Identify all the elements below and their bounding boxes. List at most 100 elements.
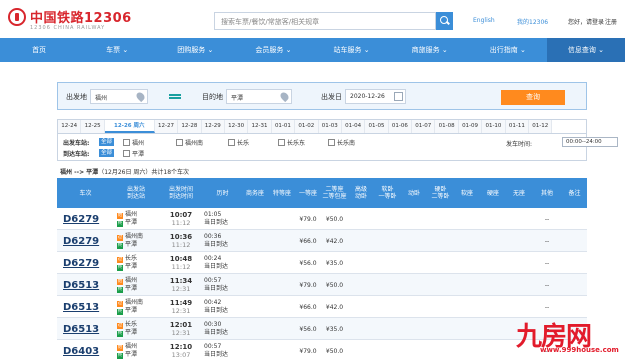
dep-checkbox-fuzhou-south[interactable]: 福州南 — [176, 138, 203, 147]
duration-cell: 00:36 当日到达 — [204, 230, 241, 252]
train-number-link[interactable]: D6513 — [63, 296, 113, 318]
my-12306-link[interactable]: 我的12306 — [517, 17, 548, 26]
railway-logo-icon[interactable] — [8, 8, 26, 26]
table-row: D6279 过福州南终平潭 10:36 11:12 00:36 当日到达 ¥66.0 ¥42.… — [57, 230, 587, 252]
nav-item-business[interactable]: 商旅服务 ⌄ — [391, 38, 469, 62]
result-date: （12月26日 周六） — [98, 169, 152, 176]
date-tab[interactable]: 12-25 — [81, 120, 105, 133]
arr-all-chip[interactable]: 全部 — [99, 149, 115, 157]
table-row: D6403 始福州终平潭 12:10 13:07 00:57 当日到达 ¥79.0 ¥50.0… — [57, 340, 587, 360]
dep-time-label: 发车时间: — [506, 141, 533, 148]
date-tab[interactable]: 01-10 — [482, 120, 506, 133]
date-tab[interactable]: 01-03 — [318, 120, 342, 133]
query-button[interactable]: 查询 — [501, 90, 565, 105]
date-tab[interactable]: 01-04 — [341, 120, 366, 133]
column-header-times[interactable]: 出发时间 到达时间 — [158, 178, 204, 208]
nav-item-guide[interactable]: 出行指南 ⌄ — [469, 38, 547, 62]
date-tab[interactable]: 12-27 — [154, 120, 179, 133]
date-tab[interactable]: 12-28 — [178, 120, 202, 133]
first-class-price[interactable]: ¥79.0 — [295, 340, 321, 360]
nav-item-group[interactable]: 团购服务 ⌄ — [156, 38, 234, 62]
nav-item-member[interactable]: 会员服务 ⌄ — [234, 38, 312, 62]
brand-title[interactable]: 中国铁路12306 — [30, 7, 132, 26]
second-class-price[interactable]: ¥42.0 — [321, 230, 348, 252]
search-icon[interactable] — [436, 12, 453, 30]
date-tab[interactable]: 01-12 — [529, 120, 553, 133]
date-tab[interactable]: 12-30 — [224, 120, 249, 133]
from-station-input[interactable]: 福州 — [90, 89, 148, 104]
register-link[interactable]: 注册 — [605, 17, 617, 26]
date-tab[interactable]: 12-29 — [201, 120, 225, 133]
table-row: D6279 过长乐终平潭 10:48 11:12 00:24 当日到达 ¥56.0 ¥35.0… — [57, 252, 587, 274]
arr-checkbox-pingtan[interactable]: 平潭 — [123, 149, 144, 158]
column-header-duration[interactable]: 历时 — [204, 178, 241, 208]
first-class-price[interactable]: ¥66.0 — [295, 296, 321, 318]
nav-item-tickets[interactable]: 车票 ⌄ — [78, 38, 156, 62]
site-search-input[interactable]: 搜索车票/餐饮/常旅客/相关规章 — [214, 12, 436, 30]
to-station-tag: 终 — [117, 331, 123, 337]
first-class-price[interactable]: ¥79.0 — [295, 274, 321, 296]
train-number-link[interactable]: D6279 — [63, 208, 113, 230]
departure-time: 10:36 — [169, 233, 193, 241]
dep-all-chip[interactable]: 全部 — [99, 138, 115, 146]
to-station: 平潭 — [125, 285, 138, 292]
date-tab[interactable]: 01-01 — [271, 120, 296, 133]
swap-stations-icon[interactable] — [169, 93, 181, 101]
station-cell: 始福州终平潭 — [117, 274, 161, 296]
language-link[interactable]: English — [473, 17, 495, 24]
duration-cell: 00:57 当日到达 — [204, 340, 241, 360]
train-number-link[interactable]: D6513 — [63, 274, 113, 296]
from-station-value: 福州 — [95, 95, 108, 102]
dep-checkbox-changle-south[interactable]: 长乐南 — [328, 138, 355, 147]
first-class-price[interactable]: ¥56.0 — [295, 318, 321, 340]
second-class-price[interactable]: ¥50.0 — [321, 340, 348, 360]
date-input[interactable]: 2020-12-26 — [345, 89, 406, 104]
second-class-price[interactable]: ¥50.0 — [321, 274, 348, 296]
nav-item-station[interactable]: 站车服务 ⌄ — [313, 38, 391, 62]
second-class-price[interactable]: ¥50.0 — [321, 208, 348, 230]
train-number-link[interactable]: D6403 — [63, 340, 113, 360]
date-tab[interactable]: 01-02 — [295, 120, 319, 133]
duration: 00:57 — [204, 277, 222, 284]
column-header-second: 二等座 二等包座 — [322, 186, 347, 200]
date-tab[interactable]: 12-26 周六 — [104, 120, 155, 133]
first-class-price[interactable]: ¥79.0 — [295, 208, 321, 230]
station-cell: 过福州南终平潭 — [117, 230, 161, 252]
date-tab[interactable]: 01-07 — [412, 120, 436, 133]
date-tab[interactable]: 12-31 — [248, 120, 272, 133]
date-tab[interactable]: 01-05 — [365, 120, 389, 133]
second-class-price[interactable]: ¥42.0 — [321, 296, 348, 318]
location-pin-icon — [134, 90, 147, 103]
arr-station-label: 到达车站: — [63, 151, 90, 158]
dep-time-select[interactable]: 00:00--24:00 — [562, 137, 618, 147]
date-tab[interactable]: 01-11 — [505, 120, 530, 133]
train-number-link[interactable]: D6513 — [63, 318, 113, 340]
to-station-input[interactable]: 平潭 — [226, 89, 292, 104]
nav-item-info[interactable]: 信息查询 ⌄ — [546, 38, 625, 62]
from-station: 福州南 — [125, 299, 144, 306]
first-class-price[interactable]: ¥66.0 — [295, 230, 321, 252]
arrival-time: 11:12 — [171, 219, 191, 227]
column-header-first: 一等座 — [298, 189, 317, 197]
dep-checkbox-changle-east[interactable]: 长乐东 — [278, 138, 305, 147]
date-tab[interactable]: 01-06 — [388, 120, 413, 133]
dep-checkbox-fuzhou[interactable]: 福州 — [123, 138, 144, 147]
other-seat: -- — [544, 303, 550, 311]
second-class-price[interactable]: ¥35.0 — [321, 252, 348, 274]
date-tab[interactable]: 01-08 — [435, 120, 459, 133]
first-class-price[interactable]: ¥56.0 — [295, 252, 321, 274]
date-tab[interactable]: 01-09 — [458, 120, 483, 133]
train-number-link[interactable]: D6279 — [63, 230, 113, 252]
second-class-price[interactable]: ¥35.0 — [321, 318, 348, 340]
login-link[interactable]: 您好，请登录 — [568, 17, 604, 26]
duration: 01:05 — [204, 211, 222, 218]
train-number-link[interactable]: D6279 — [63, 252, 113, 274]
dep-checkbox-changle[interactable]: 长乐 — [228, 138, 249, 147]
date-tab[interactable]: 12-24 — [58, 120, 82, 133]
arrival-time: 11:12 — [171, 241, 191, 249]
calendar-icon[interactable] — [394, 92, 403, 101]
station-cell: 始福州终平潭 — [117, 208, 161, 230]
results-table-body: D6279 始福州终平潭 10:07 11:12 01:05 当日到达 ¥79.0 ¥50.0… — [57, 208, 587, 360]
nav-item-home[interactable]: 首页 — [0, 38, 78, 62]
duration-cell: 01:05 当日到达 — [204, 208, 241, 230]
